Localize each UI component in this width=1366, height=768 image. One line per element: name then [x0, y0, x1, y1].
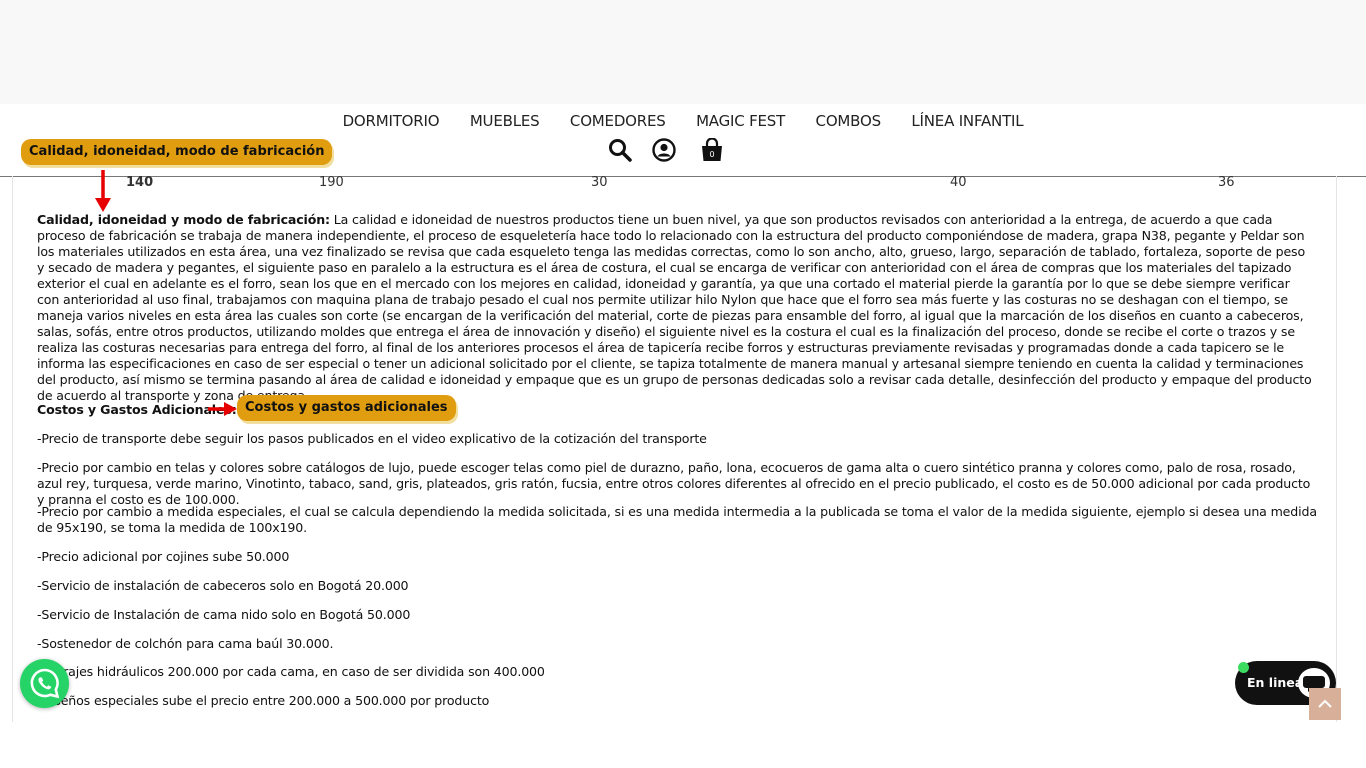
menu-item-linea-infantil[interactable]: LÍNEA INFANTIL — [911, 112, 1023, 130]
header-icons: 0 — [608, 137, 728, 167]
whatsapp-button[interactable] — [20, 659, 69, 708]
whatsapp-icon — [30, 668, 60, 699]
chat-label: En linea — [1247, 675, 1304, 690]
top-blank-area — [0, 0, 1366, 104]
quality-paragraph: Calidad, idoneidad y modo de fabricación… — [37, 212, 1315, 404]
arrow-right-icon — [208, 402, 237, 416]
menu-item-comedores[interactable]: COMEDORES — [570, 112, 666, 130]
quality-text: La calidad e idoneidad de nuestros produ… — [37, 212, 1312, 403]
cost-line: -Servicio de instalación de cabeceros so… — [37, 578, 409, 593]
scroll-to-top-button[interactable] — [1309, 688, 1341, 720]
cost-line: -Servicio de Instalación de cama nido so… — [37, 607, 411, 622]
main-menu: DORMITORIO MUEBLES COMEDORES MAGIC FEST … — [0, 112, 1366, 131]
cost-line: -Precio por cambio a medida especiales, … — [37, 504, 1317, 535]
annotation-badge-quality: Calidad, idoneidad, modo de fabricación — [21, 139, 333, 165]
search-icon[interactable] — [608, 138, 632, 167]
cost-line: -Precio de transporte debe seguir los pa… — [37, 431, 707, 446]
svg-text:0: 0 — [709, 150, 714, 159]
cost-line: -Precio por cambio en telas y colores so… — [37, 460, 1311, 507]
annotation-badge-costs: Costos y gastos adicionales — [237, 395, 456, 421]
online-status-dot — [1238, 662, 1249, 673]
account-icon[interactable] — [652, 138, 676, 167]
cart-bag-icon[interactable]: 0 — [700, 137, 724, 167]
cost-line: -Precio adicional por cojines sube 50.00… — [37, 549, 290, 564]
menu-item-dormitorio[interactable]: DORMITORIO — [343, 112, 440, 130]
cost-line: -Sostenedor de colchón para cama baúl 30… — [37, 636, 334, 651]
menu-item-magic-fest[interactable]: MAGIC FEST — [696, 112, 785, 130]
chevron-up-icon — [1318, 699, 1332, 708]
quality-heading: Calidad, idoneidad y modo de fabricación… — [37, 212, 330, 227]
menu-item-muebles[interactable]: MUEBLES — [470, 112, 540, 130]
menu-item-combos[interactable]: COMBOS — [816, 112, 882, 130]
cost-line: -Diseños especiales sube el precio entre… — [37, 693, 490, 708]
cost-line: -Herrajes hidráulicos 200.000 por cada c… — [37, 664, 545, 679]
